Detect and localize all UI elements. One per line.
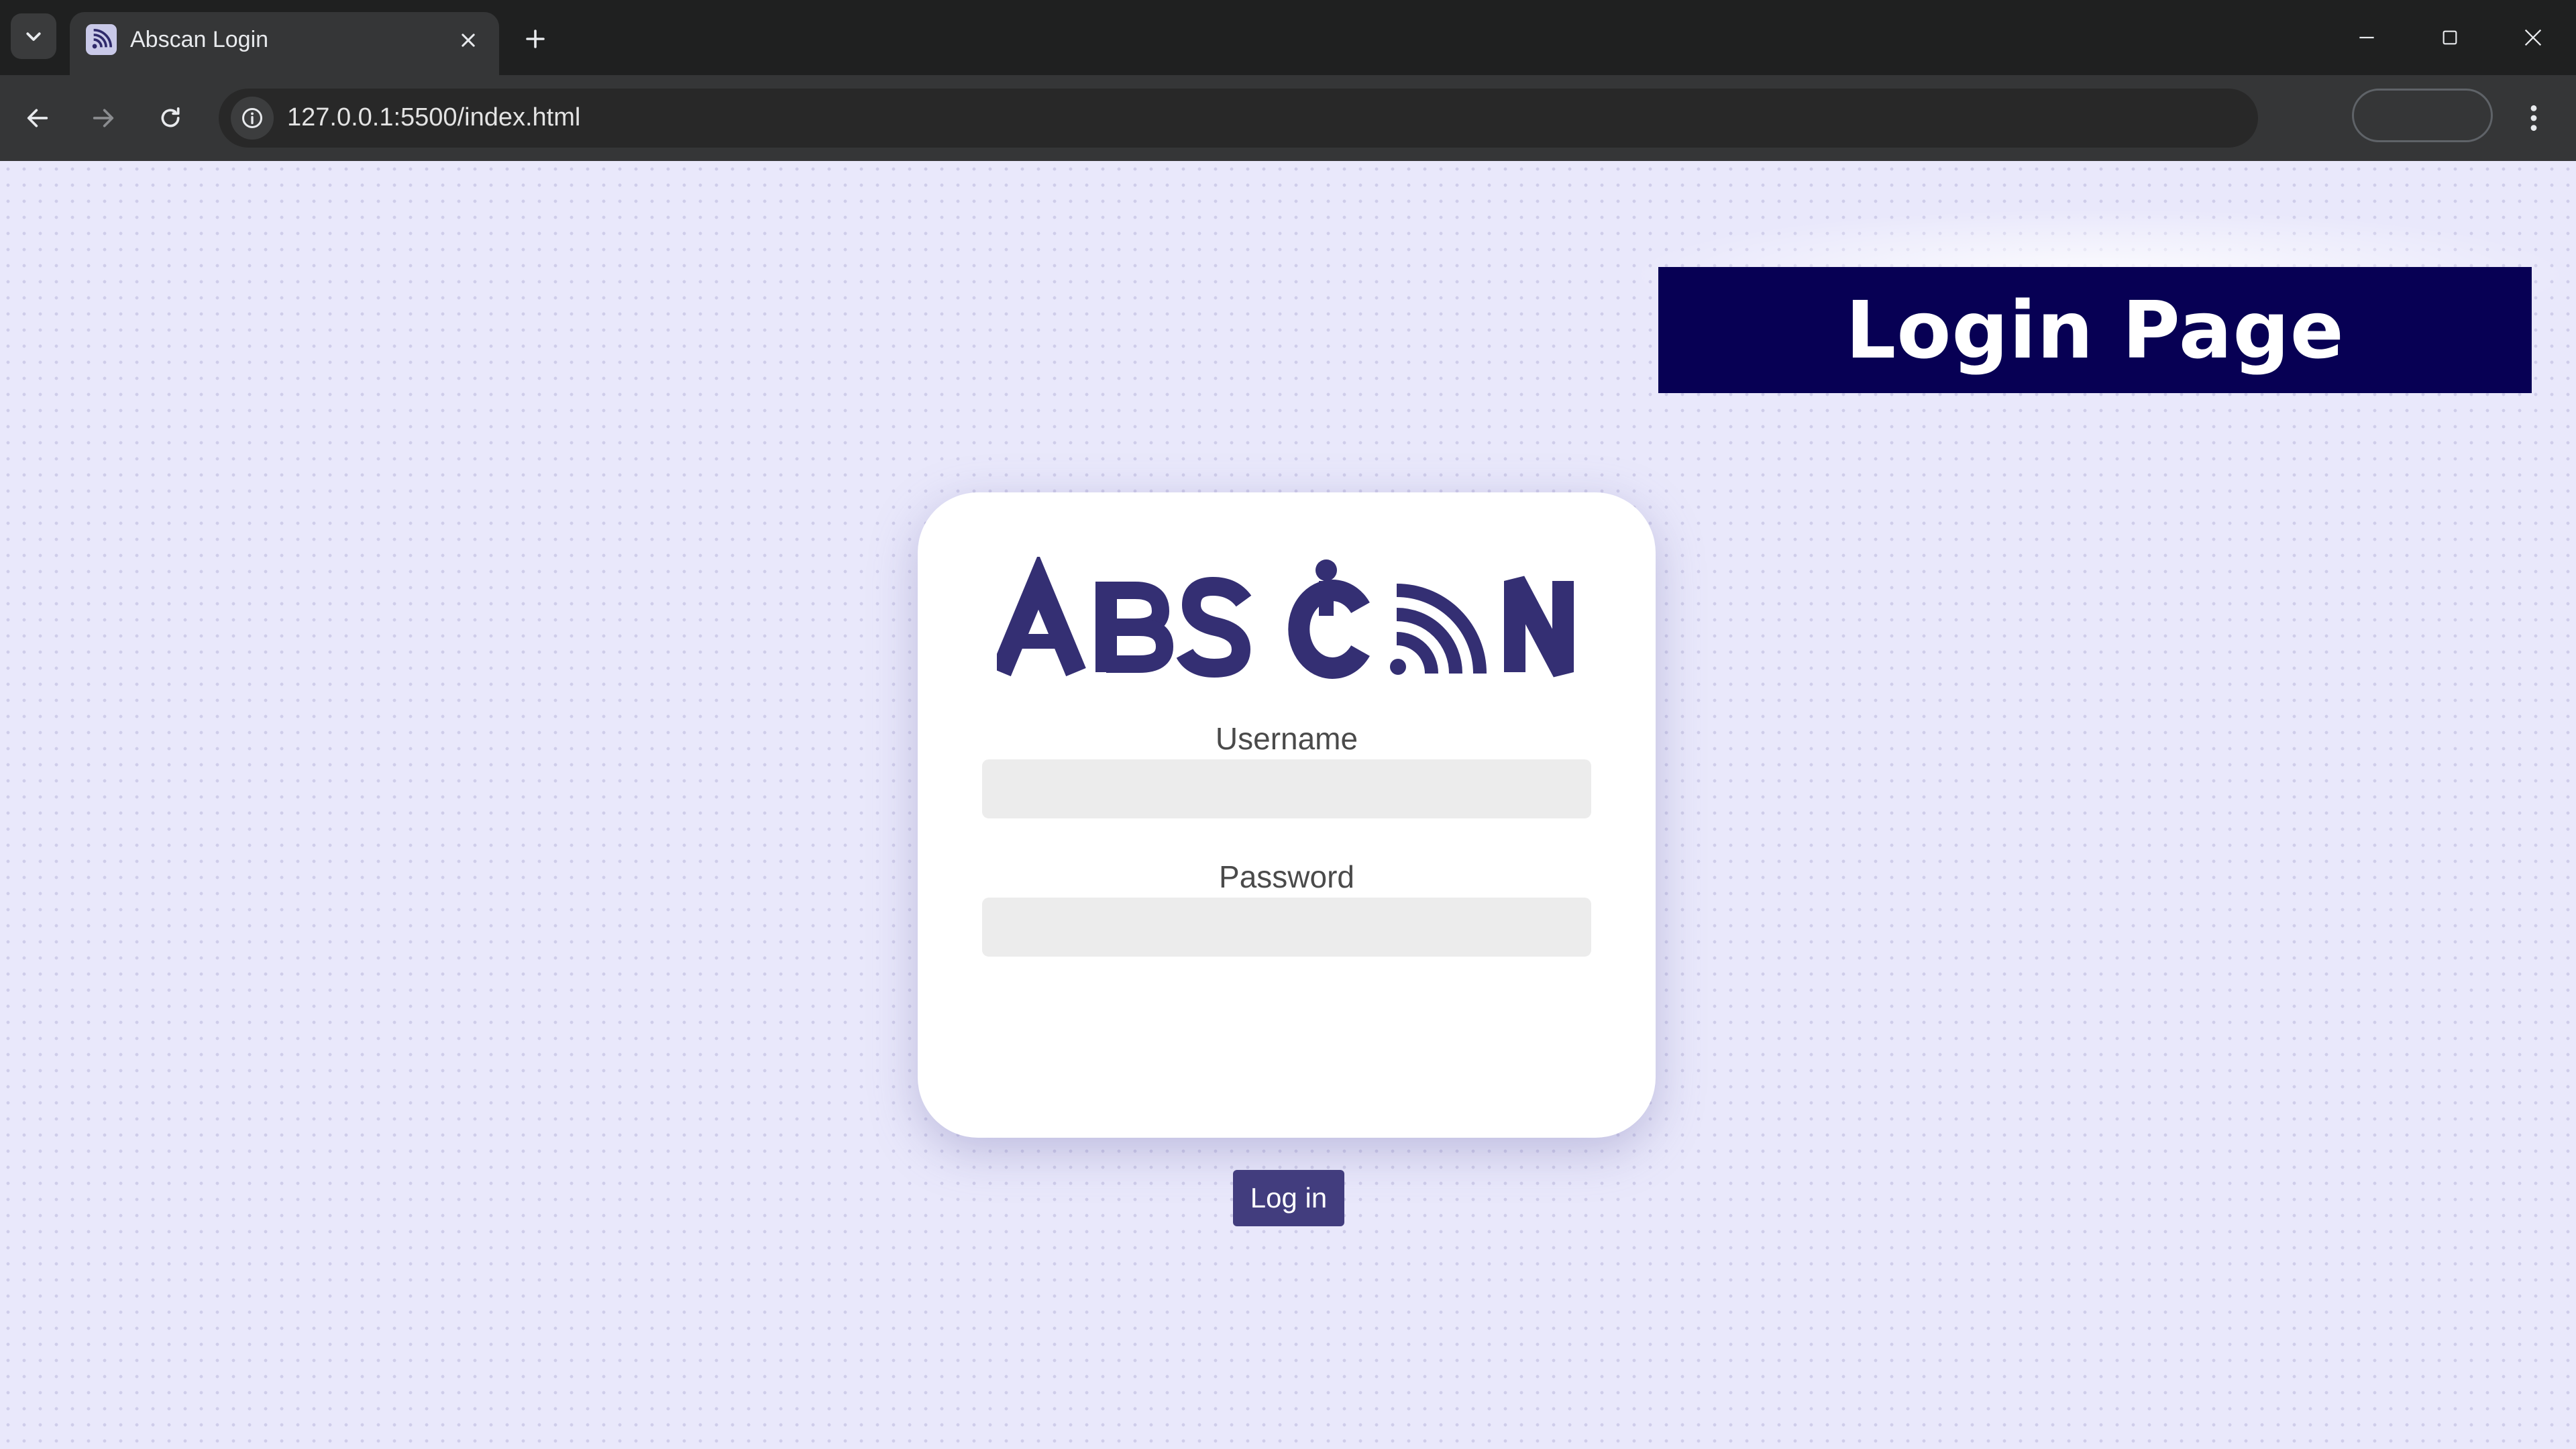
minimize-icon [2359, 36, 2374, 39]
forward-button[interactable] [80, 95, 126, 141]
password-label: Password [1219, 859, 1354, 894]
browser-toolbar: 127.0.0.1:5500/index.html [0, 75, 2576, 161]
banner-title: Login Page [1845, 284, 2345, 376]
address-bar[interactable]: 127.0.0.1:5500/index.html [219, 89, 2258, 148]
chevron-down-icon [26, 32, 41, 41]
tab-search-button[interactable] [11, 13, 56, 59]
reload-icon [161, 107, 180, 127]
minimize-button[interactable] [2345, 16, 2388, 59]
username-input[interactable] [982, 759, 1591, 818]
browser-tab[interactable]: Abscan Login [70, 12, 499, 75]
tab-close-button[interactable] [453, 25, 483, 55]
back-button[interactable] [15, 95, 60, 141]
page-label-banner: Login Page [1658, 267, 2532, 393]
url-text: 127.0.0.1:5500/index.html [287, 103, 581, 131]
browser-menu-button[interactable] [2517, 95, 2551, 141]
password-input[interactable] [982, 898, 1591, 957]
arrow-right-icon [93, 109, 114, 127]
close-window-button[interactable] [2512, 16, 2555, 59]
close-icon [2524, 29, 2542, 46]
profile-button[interactable] [2352, 89, 2493, 142]
abscan-logo [997, 557, 1574, 679]
arrow-left-icon [27, 109, 48, 127]
new-tab-button[interactable] [517, 20, 554, 58]
reload-button[interactable] [148, 95, 193, 141]
plus-icon [526, 30, 545, 48]
browser-tab-strip: Abscan Login [0, 0, 2576, 75]
rss-wifi-icon [86, 24, 117, 55]
maximize-button[interactable] [2428, 16, 2471, 59]
username-label: Username [1215, 721, 1358, 756]
page-viewport: Login Page Username Password Log in [0, 161, 2576, 1449]
maximize-icon [2443, 30, 2457, 45]
tab-title: Abscan Login [130, 27, 269, 52]
site-info-button[interactable] [231, 97, 274, 140]
kebab-menu-icon [2530, 105, 2537, 131]
close-icon [462, 34, 475, 47]
info-icon [242, 108, 262, 128]
login-card: Username Password Log in [918, 492, 1656, 1226]
login-button[interactable]: Log in [1233, 1170, 1344, 1226]
